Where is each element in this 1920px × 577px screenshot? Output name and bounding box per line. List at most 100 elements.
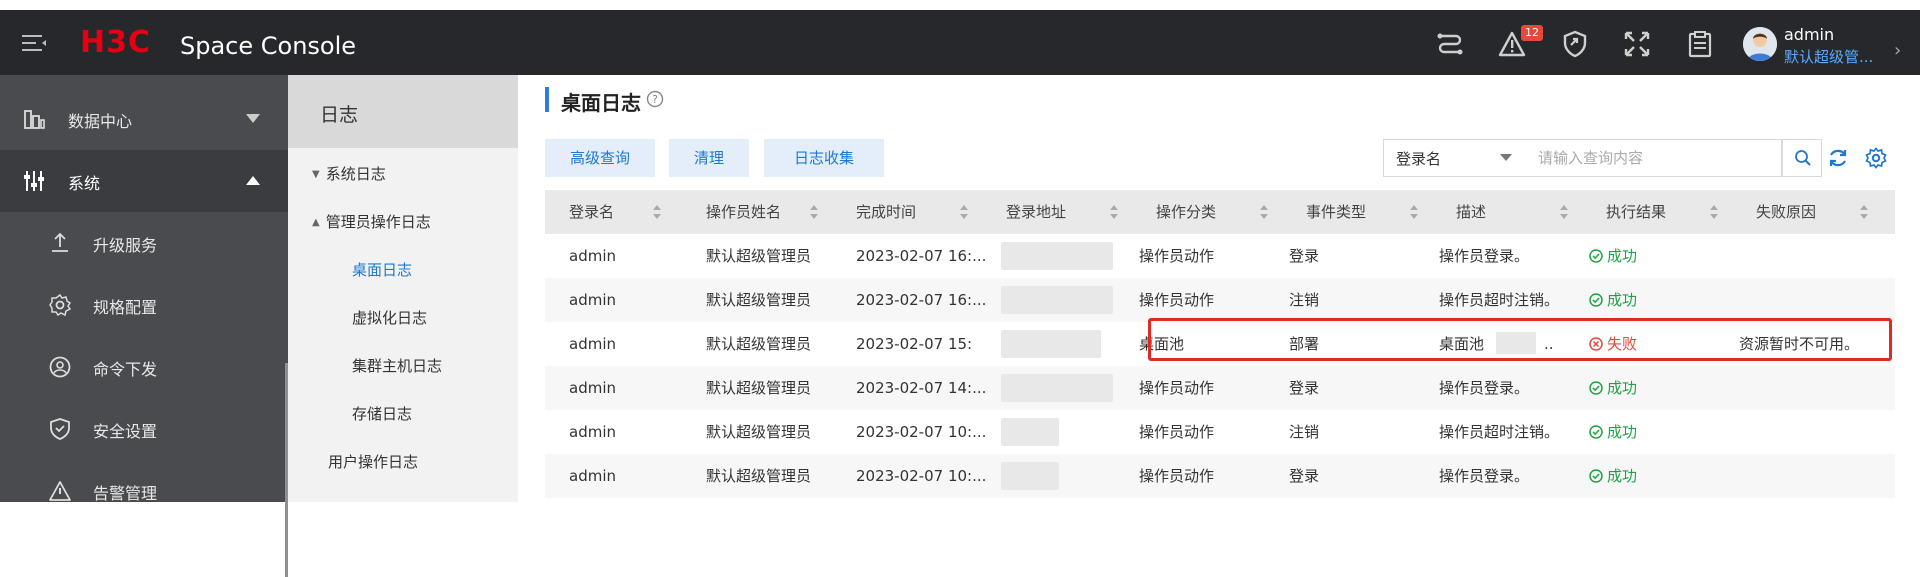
search-icon — [1795, 150, 1811, 166]
desc-cell: 操作员超时注销。 — [1439, 291, 1560, 309]
subnav-item-admin-log[interactable]: ▲ 管理员操作日志 — [312, 211, 431, 232]
operator-cell: 默认超级管理员 — [706, 247, 812, 265]
subnav-item-storage-log[interactable]: 存储日志 — [352, 403, 412, 424]
title-accent-bar — [545, 87, 549, 112]
operator-cell: 默认超级管理员 — [706, 467, 812, 485]
sort-icon[interactable] — [1710, 204, 1718, 220]
column-header[interactable]: 失败原因 — [1756, 190, 1816, 234]
time-cell: 2023-02-07 16:... — [856, 291, 987, 309]
result-cell: 成功 — [1589, 234, 1637, 278]
sidebar-item-alarm[interactable]: 告警管理 — [0, 460, 288, 522]
menu-toggle-icon[interactable] — [22, 34, 46, 52]
redacted-address — [1001, 374, 1113, 402]
search-field-value: 登录名 — [1396, 150, 1442, 168]
operator-cell: 默认超级管理员 — [706, 379, 812, 397]
sort-icon[interactable] — [1110, 204, 1118, 220]
subnav-item-virtualization-log[interactable]: 虚拟化日志 — [352, 307, 427, 328]
desc-cell: 操作员超时注销。 — [1439, 423, 1560, 441]
event-cell: 注销 — [1289, 291, 1320, 309]
alarm-count-badge: 12 — [1521, 25, 1543, 41]
result-text: 成功 — [1607, 423, 1638, 441]
operator-cell: 默认超级管理员 — [706, 423, 812, 441]
chevron-down-icon — [246, 114, 260, 123]
column-header[interactable]: 操作员姓名 — [706, 190, 781, 234]
table-row[interactable]: admin 默认超级管理员 2023-02-07 14:... 操作员动作 登录 操作员登… — [545, 366, 1895, 410]
subnav-item-user-log[interactable]: 用户操作日志 — [328, 451, 418, 472]
shield-icon — [50, 418, 70, 440]
sidebar-item-command[interactable]: 命令下发 — [0, 336, 288, 398]
column-header[interactable]: 登录名 — [569, 190, 614, 234]
success-check-icon — [1589, 249, 1603, 263]
sort-icon[interactable] — [960, 204, 968, 220]
sort-icon[interactable] — [653, 204, 661, 220]
user-name[interactable]: admin — [1784, 25, 1834, 44]
column-header[interactable]: 执行结果 — [1606, 190, 1666, 234]
settings-gear-icon[interactable] — [1865, 147, 1887, 169]
sidebar: 数据中心 系统 升级服务 规格配置 命令下发 安全设置 告警管理 — [0, 75, 288, 577]
fullscreen-icon[interactable] — [1623, 30, 1651, 58]
help-icon[interactable]: ? — [646, 90, 664, 108]
h3c-logo: H3C — [80, 25, 151, 60]
event-cell: 登录 — [1289, 467, 1320, 485]
avatar[interactable] — [1743, 27, 1777, 61]
result-cell: 成功 — [1589, 454, 1637, 498]
sort-icon[interactable] — [1860, 204, 1868, 220]
chevron-right-icon[interactable]: › — [1894, 40, 1901, 61]
sidebar-item-upgrade[interactable]: 升级服务 — [0, 212, 288, 274]
sidebar-item-system[interactable]: 系统 — [0, 150, 288, 212]
page-title: 桌面日志 — [561, 91, 641, 115]
app-title: Space Console — [180, 32, 357, 60]
sort-icon[interactable] — [810, 204, 818, 220]
desc-cell: 操作员登录。 — [1439, 379, 1530, 397]
result-cell: 成功 — [1589, 366, 1637, 410]
search-input[interactable] — [1522, 139, 1782, 177]
search-button[interactable] — [1782, 139, 1822, 177]
subnav-item-cluster-host-log[interactable]: 集群主机日志 — [352, 355, 442, 376]
sidebar-item-security[interactable]: 安全设置 — [0, 398, 288, 460]
redacted-address — [1001, 242, 1113, 270]
column-header[interactable]: 登录地址 — [1006, 190, 1066, 234]
topology-icon[interactable] — [1436, 30, 1464, 58]
top-strip — [0, 0, 1920, 10]
clear-button[interactable]: 清理 — [669, 139, 749, 177]
table-row[interactable]: admin 默认超级管理员 2023-02-07 10:... 操作员动作 注销 操作员超… — [545, 410, 1895, 454]
sort-icon[interactable] — [1260, 204, 1268, 220]
success-check-icon — [1589, 293, 1603, 307]
table-row[interactable]: admin 默认超级管理员 2023-02-07 16:... 操作员动作 注销 操作员超… — [545, 278, 1895, 322]
subnav-header: 日志 — [288, 75, 518, 148]
category-cell: 操作员动作 — [1139, 247, 1215, 265]
column-header[interactable]: 完成时间 — [856, 190, 916, 234]
table-row[interactable]: admin 默认超级管理员 2023-02-07 16:... 操作员动作 登录 操作员登… — [545, 234, 1895, 278]
login-cell: admin — [569, 423, 616, 441]
user-role[interactable]: 默认超级管... — [1784, 46, 1873, 67]
sort-icon[interactable] — [1410, 204, 1418, 220]
subnav-item-label: 系统日志 — [325, 165, 386, 183]
search-field-select[interactable]: 登录名 — [1383, 139, 1523, 177]
svg-text:?: ? — [652, 93, 658, 106]
sidebar-item-datacenter[interactable]: 数据中心 — [0, 88, 288, 150]
time-cell: 2023-02-07 10:... — [856, 423, 987, 441]
success-check-icon — [1589, 381, 1603, 395]
subnav-title: 日志 — [320, 104, 359, 126]
column-header[interactable]: 事件类型 — [1306, 190, 1366, 234]
column-header[interactable]: 描述 — [1456, 190, 1486, 234]
category-cell: 操作员动作 — [1139, 379, 1215, 397]
table-row[interactable]: admin 默认超级管理员 2023-02-07 10:... 操作员动作 登录 操作员登… — [545, 454, 1895, 498]
advanced-query-button[interactable]: 高级查询 — [545, 139, 655, 177]
log-collect-button[interactable]: 日志收集 — [764, 139, 884, 177]
subnav-item-system-log[interactable]: ▼ 系统日志 — [312, 163, 386, 184]
sidebar-item-spec-config[interactable]: 规格配置 — [0, 274, 288, 336]
sort-icon[interactable] — [1560, 204, 1568, 220]
subnav-item-desktop-log[interactable]: 桌面日志 — [352, 259, 412, 280]
operator-cell: 默认超级管理员 — [706, 335, 812, 353]
column-header[interactable]: 操作分类 — [1156, 190, 1216, 234]
redacted-address — [1001, 462, 1059, 490]
refresh-icon[interactable] — [1827, 147, 1849, 169]
clipboard-icon[interactable] — [1686, 30, 1714, 58]
security-shield-icon[interactable] — [1561, 30, 1589, 58]
log-subnav: 日志 ▼ 系统日志 ▲ 管理员操作日志 桌面日志 虚拟化日志 集群主机日志 存储日志… — [288, 75, 518, 502]
failed-row-highlight — [1148, 318, 1892, 361]
event-cell: 注销 — [1289, 423, 1320, 441]
result-text: 成功 — [1607, 291, 1638, 309]
sidebar-item-label: 升级服务 — [93, 236, 158, 255]
